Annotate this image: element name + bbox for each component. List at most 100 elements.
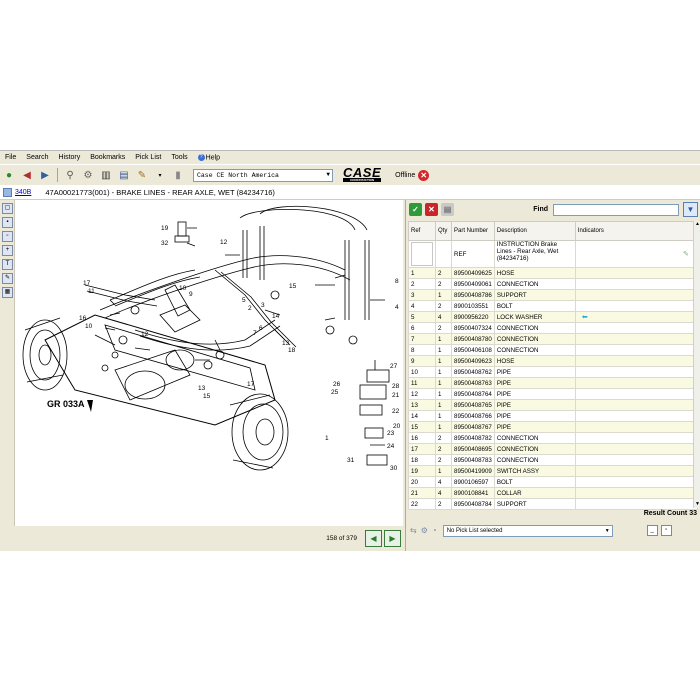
callout-25[interactable]: 25: [331, 389, 339, 396]
previous-page-button[interactable]: ◀: [365, 530, 382, 547]
note-icon[interactable]: ✎: [683, 251, 689, 258]
save-icon[interactable]: ▪: [2, 217, 13, 228]
minimize-button[interactable]: _: [646, 525, 658, 536]
barcode-icon[interactable]: ▥: [99, 168, 113, 182]
callout-24[interactable]: 24: [387, 443, 395, 450]
callout-27[interactable]: 27: [390, 363, 398, 370]
zoom-icon[interactable]: +: [2, 245, 13, 256]
table-row[interactable]: 11 1 89500408763 PIPE: [408, 377, 698, 389]
table-row[interactable]: 14 1 89500408766 PIPE: [408, 410, 698, 422]
callout-31[interactable]: 31: [347, 457, 355, 464]
maximize-button[interactable]: ▫: [660, 525, 672, 536]
table-row[interactable]: 1 2 89500409625 HOSE: [408, 267, 698, 279]
callout-17b[interactable]: 17: [247, 381, 255, 388]
callout-13b[interactable]: 13: [198, 385, 206, 392]
menu-bookmarks[interactable]: Bookmarks: [85, 154, 130, 161]
region-select[interactable]: Case CE North America ▼: [193, 168, 333, 182]
menu-help[interactable]: ? Help: [193, 153, 225, 161]
table-row[interactable]: 6 2 89500407324 CONNECTION: [408, 322, 698, 334]
filter-icon[interactable]: ▼: [683, 202, 698, 217]
arrow-indicator-icon[interactable]: ⬅: [582, 314, 588, 321]
callout-9[interactable]: 9: [189, 291, 193, 298]
cart-icon[interactable]: ▤: [441, 203, 454, 216]
home-icon[interactable]: ●: [2, 168, 16, 182]
highlight-icon[interactable]: ✎: [2, 273, 13, 284]
grid-icon[interactable]: ▦: [2, 287, 13, 298]
callout-16[interactable]: 16: [79, 315, 87, 322]
dropdown-icon[interactable]: ▾: [153, 168, 167, 182]
callout-21[interactable]: 21: [392, 392, 400, 399]
forward-icon[interactable]: ▶: [38, 168, 52, 182]
table-row[interactable]: 4 2 8900103551 BOLT: [408, 300, 698, 312]
callout-11[interactable]: 11: [88, 288, 95, 295]
callout-22[interactable]: 22: [392, 408, 400, 415]
table-row[interactable]: 17 2 89500408695 CONNECTION: [408, 443, 698, 455]
table-row[interactable]: 22 2 89500408784 SUPPORT: [408, 498, 698, 510]
parts-scrollbar[interactable]: ▲ ▼: [693, 221, 700, 508]
picklist-select[interactable]: No Pick List selected ▼: [442, 524, 613, 537]
scroll-up-icon[interactable]: ▲: [694, 221, 700, 228]
table-row[interactable]: 18 2 89500408783 CONNECTION: [408, 454, 698, 466]
callout-32[interactable]: 32: [161, 240, 169, 247]
callout-1[interactable]: 1: [325, 435, 329, 442]
menu-tools[interactable]: Tools: [166, 154, 192, 161]
scroll-down-icon[interactable]: ▼: [694, 501, 700, 508]
find-input[interactable]: [553, 203, 679, 216]
back-icon[interactable]: ◀: [20, 168, 34, 182]
callout-23[interactable]: 23: [387, 430, 395, 437]
check-icon[interactable]: ✓: [409, 203, 422, 216]
callout-18[interactable]: 18: [288, 347, 296, 354]
table-row-ref[interactable]: REF INSTRUCTION Brake Lines - Rear Axle,…: [408, 240, 698, 268]
model-link[interactable]: 340B: [15, 189, 31, 196]
callout-6[interactable]: 6: [259, 325, 263, 332]
table-row[interactable]: 21 4 8900108841 COLLAR: [408, 487, 698, 499]
callout-7[interactable]: 7: [253, 330, 257, 337]
menu-file[interactable]: File: [0, 154, 21, 161]
table-row[interactable]: 5 4 8900956220 LOCK WASHER ⬅: [408, 311, 698, 323]
callout-13[interactable]: 13: [282, 340, 290, 347]
col-indicators[interactable]: Indicators: [574, 221, 698, 241]
parts-diagram[interactable]: 19 32 12 17 11 10 9 16 10 12 13 18 14 15…: [15, 200, 403, 526]
table-row[interactable]: 12 1 89500408764 PIPE: [408, 388, 698, 400]
callout-15b[interactable]: 15: [203, 393, 211, 400]
table-row[interactable]: 19 1 89500419909 SWITCH ASSY: [408, 465, 698, 477]
callout-12[interactable]: 12: [220, 239, 228, 246]
callout-17[interactable]: 17: [83, 280, 91, 287]
table-row[interactable]: 2 2 89500409061 CONNECTION: [408, 278, 698, 290]
close-icon[interactable]: ✕: [425, 203, 438, 216]
table-row[interactable]: 8 1 89500406108 CONNECTION: [408, 344, 698, 356]
table-row[interactable]: 20 4 8900106597 BOLT: [408, 476, 698, 488]
table-row[interactable]: 15 1 89500408767 PIPE: [408, 421, 698, 433]
callout-26[interactable]: 26: [333, 381, 341, 388]
table-row[interactable]: 7 1 89500408780 CONNECTION: [408, 333, 698, 345]
menu-history[interactable]: History: [53, 154, 85, 161]
view-icon[interactable]: ▢: [2, 203, 13, 214]
gear-icon[interactable]: ⚙: [81, 168, 95, 182]
book-icon[interactable]: ▤: [117, 168, 131, 182]
table-row[interactable]: 3 1 89500408786 SUPPORT: [408, 289, 698, 301]
callout-28[interactable]: 28: [392, 383, 400, 390]
edit-icon[interactable]: ✎: [135, 168, 149, 182]
menu-pick-list[interactable]: Pick List: [130, 154, 166, 161]
table-row[interactable]: 13 1 89500408765 PIPE: [408, 399, 698, 411]
callout-12b[interactable]: 12: [141, 331, 149, 338]
callout-10[interactable]: 10: [179, 285, 187, 292]
callout-4[interactable]: 4: [395, 304, 399, 311]
callout-10b[interactable]: 10: [85, 323, 93, 330]
offline-icon[interactable]: ✕: [418, 169, 430, 181]
callout-3[interactable]: 3: [261, 302, 265, 309]
search-icon[interactable]: ⚲: [63, 168, 77, 182]
table-row[interactable]: 10 1 89500408762 PIPE: [408, 366, 698, 378]
callout-19[interactable]: 19: [161, 225, 169, 232]
callout-30[interactable]: 30: [390, 465, 398, 472]
callout-2[interactable]: 2: [248, 305, 252, 312]
text-icon[interactable]: T: [2, 259, 13, 270]
callout-15[interactable]: 15: [289, 283, 297, 290]
next-page-button[interactable]: ▶: [384, 530, 401, 547]
print-icon[interactable]: ▫: [2, 231, 13, 242]
picklist-add-icon[interactable]: ⇆: [410, 526, 417, 535]
callout-8[interactable]: 8: [395, 278, 399, 285]
menu-search[interactable]: Search: [21, 154, 53, 161]
col-part-number[interactable]: Part Number: [451, 221, 495, 241]
callout-5[interactable]: 5: [242, 297, 246, 304]
